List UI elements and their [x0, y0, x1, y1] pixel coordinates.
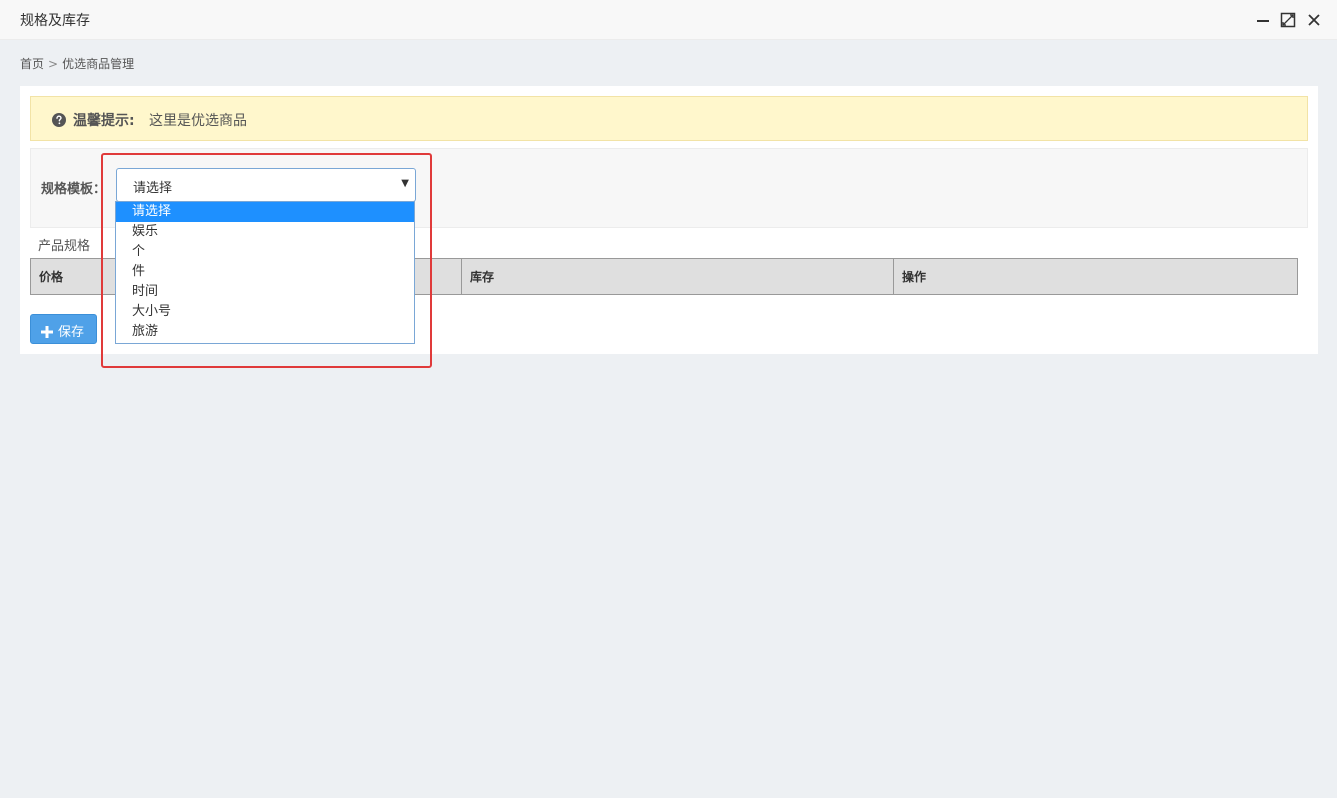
question-circle-icon: [52, 112, 66, 127]
product-spec-title: 产品规格: [38, 239, 91, 254]
spec-template-dropdown: 请选择 娱乐 个 件 时间 大小号 旅游: [115, 201, 415, 344]
caret-down-icon: ▼: [401, 178, 409, 189]
breadcrumb-separator: >: [48, 57, 59, 71]
plus-icon: [41, 323, 53, 338]
column-header-stock: 库存: [461, 258, 894, 295]
close-icon[interactable]: [1306, 12, 1322, 28]
spec-template-label: 规格模板：: [41, 182, 107, 197]
dropdown-option-size[interactable]: 大小号: [116, 302, 414, 322]
dropdown-option-time[interactable]: 时间: [116, 282, 414, 302]
column-header-actions: 操作: [893, 258, 1298, 295]
dropdown-option-travel[interactable]: 旅游: [116, 322, 414, 342]
dropdown-option-please-select[interactable]: 请选择: [116, 202, 414, 222]
breadcrumb-current: 优选商品管理: [62, 57, 135, 71]
dropdown-option-entertainment[interactable]: 娱乐: [116, 222, 414, 242]
window-titlebar: 规格及库存: [0, 0, 1337, 40]
window-title: 规格及库存: [20, 13, 90, 29]
dropdown-option-jian[interactable]: 件: [116, 262, 414, 282]
minimize-icon[interactable]: [1255, 12, 1271, 28]
tip-banner: 温馨提示: 这里是优选商品: [30, 96, 1308, 141]
maximize-icon[interactable]: [1280, 12, 1296, 28]
select-current-value: 请选择: [133, 181, 173, 196]
dropdown-option-ge[interactable]: 个: [116, 242, 414, 262]
breadcrumb-home[interactable]: 首页: [20, 55, 44, 72]
breadcrumb: 首页 > 优选商品管理: [20, 55, 134, 72]
tip-label: 温馨提示:: [73, 113, 135, 129]
save-button[interactable]: 保存: [30, 314, 97, 344]
tip-text: 这里是优选商品: [149, 113, 247, 129]
save-button-label: 保存: [58, 325, 85, 340]
spec-template-select[interactable]: 请选择 ▼: [116, 168, 416, 202]
